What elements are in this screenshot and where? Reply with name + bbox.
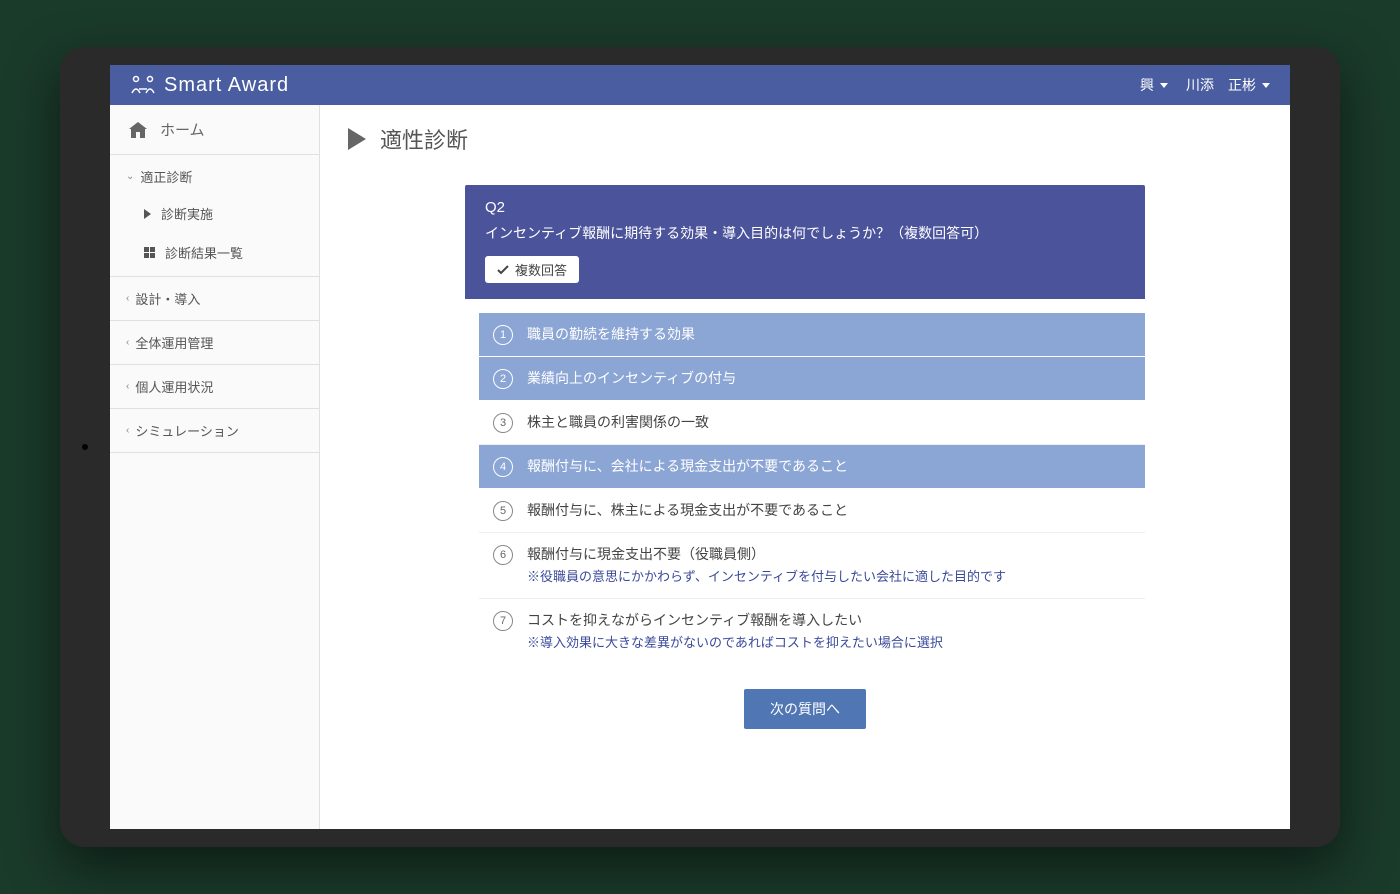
options-list: 1 職員の勤続を維持する効果 2 業績向上のインセンティブの付与 3 株主と職員… <box>465 313 1145 663</box>
user-dropdown[interactable]: 川添 正彬 <box>1186 75 1270 95</box>
option-number: 6 <box>493 545 513 565</box>
app-body: ホーム ⌄ 適正診断 診断実施 診断結果一覧 ‹ 設計・導入 <box>110 105 1290 829</box>
option-5[interactable]: 5 報酬付与に、株主による現金支出が不要であること <box>479 489 1145 533</box>
sidebar-item-label: 設計・導入 <box>135 289 200 308</box>
app-logo[interactable]: Smart Award <box>130 74 289 97</box>
play-icon <box>144 209 151 219</box>
option-number: 3 <box>493 413 513 433</box>
sidebar-item-personal[interactable]: ‹ 個人運用状況 <box>110 365 319 409</box>
page-title-text: 適性診断 <box>380 123 468 155</box>
chevron-down-icon <box>1262 83 1270 88</box>
chevron-left-icon: ‹ <box>126 425 129 436</box>
main-content: 適性診断 Q2 インセンティブ報酬に期待する効果・導入目的は何でしょうか？（複数… <box>320 105 1290 829</box>
option-text: 株主と職員の利害関係の一致 <box>527 412 709 433</box>
option-text-wrap: 報酬付与に現金支出不要（役職員側） ※役職員の意思にかかわらず、インセンティブを… <box>527 544 1006 587</box>
sidebar-sub-results-list[interactable]: 診断結果一覧 <box>110 233 319 277</box>
option-text: 報酬付与に現金支出不要（役職員側） <box>527 544 1006 565</box>
check-icon <box>497 265 509 275</box>
app-screen: Smart Award 興 川添 正彬 ホーム <box>110 65 1290 829</box>
sidebar-sub-run-diagnosis[interactable]: 診断実施 <box>110 194 319 233</box>
option-number: 2 <box>493 369 513 389</box>
option-text: 職員の勤続を維持する効果 <box>527 324 695 345</box>
app-header: Smart Award 興 川添 正彬 <box>110 65 1290 105</box>
option-text-wrap: コストを抑えながらインセンティブ報酬を導入したい ※導入効果に大きな差異がないの… <box>527 610 943 653</box>
sidebar-item-design[interactable]: ‹ 設計・導入 <box>110 277 319 321</box>
question-text: インセンティブ報酬に期待する効果・導入目的は何でしょうか？（複数回答可） <box>485 222 1125 244</box>
chevron-left-icon: ‹ <box>126 293 129 304</box>
chevron-left-icon: ‹ <box>126 337 129 348</box>
next-question-button[interactable]: 次の質問へ <box>744 689 866 729</box>
sidebar-item-label: 個人運用状況 <box>135 377 213 396</box>
question-header: Q2 インセンティブ報酬に期待する効果・導入目的は何でしょうか？（複数回答可） … <box>465 185 1145 299</box>
sidebar-item-simulation[interactable]: ‹ シミュレーション <box>110 409 319 453</box>
option-text: 報酬付与に、株主による現金支出が不要であること <box>527 500 848 521</box>
sidebar-item-diagnosis[interactable]: ⌄ 適正診断 <box>110 155 319 194</box>
header-right: 興 川添 正彬 <box>1140 75 1270 95</box>
chevron-left-icon: ‹ <box>126 381 129 392</box>
sidebar-item-operations[interactable]: ‹ 全体運用管理 <box>110 321 319 365</box>
page-title: 適性診断 <box>348 123 1262 155</box>
option-text: 業績向上のインセンティブの付与 <box>527 368 736 389</box>
option-7[interactable]: 7 コストを抑えながらインセンティブ報酬を導入したい ※導入効果に大きな差異がな… <box>479 599 1145 664</box>
option-number: 7 <box>493 611 513 631</box>
sidebar-item-label: 全体運用管理 <box>135 333 213 352</box>
play-icon <box>348 128 366 150</box>
home-icon <box>128 121 148 139</box>
logo-icon <box>130 75 156 95</box>
option-6[interactable]: 6 報酬付与に現金支出不要（役職員側） ※役職員の意思にかかわらず、インセンティ… <box>479 533 1145 599</box>
org-dropdown[interactable]: 興 <box>1140 75 1168 95</box>
option-1[interactable]: 1 職員の勤続を維持する効果 <box>479 313 1145 357</box>
option-2[interactable]: 2 業績向上のインセンティブの付与 <box>479 357 1145 401</box>
sidebar-item-label: シミュレーション <box>135 421 238 440</box>
grid-icon <box>144 247 155 258</box>
option-4[interactable]: 4 報酬付与に、会社による現金支出が不要であること <box>479 445 1145 489</box>
sidebar-item-label: 適正診断 <box>140 167 192 186</box>
option-text: 報酬付与に、会社による現金支出が不要であること <box>527 456 848 477</box>
option-note: ※導入効果に大きな差異がないのであればコストを抑えたい場合に選択 <box>527 633 943 653</box>
sidebar-home-label: ホーム <box>160 119 205 140</box>
option-3[interactable]: 3 株主と職員の利害関係の一致 <box>479 401 1145 445</box>
sidebar-home[interactable]: ホーム <box>110 105 319 155</box>
sidebar: ホーム ⌄ 適正診断 診断実施 診断結果一覧 ‹ 設計・導入 <box>110 105 320 829</box>
option-number: 4 <box>493 457 513 477</box>
option-number: 1 <box>493 325 513 345</box>
question-number: Q2 <box>485 199 1125 216</box>
question-card: Q2 インセンティブ報酬に期待する効果・導入目的は何でしょうか？（複数回答可） … <box>465 185 1145 729</box>
sidebar-sub-label: 診断結果一覧 <box>165 243 243 262</box>
multiple-answer-badge: 複数回答 <box>485 256 579 283</box>
app-name: Smart Award <box>164 74 289 97</box>
option-number: 5 <box>493 501 513 521</box>
chevron-down-icon <box>1160 83 1168 88</box>
tablet-frame: Smart Award 興 川添 正彬 ホーム <box>60 47 1340 847</box>
chevron-down-icon: ⌄ <box>126 171 134 182</box>
badge-label: 複数回答 <box>515 260 567 279</box>
org-indicator: 興 <box>1140 75 1154 95</box>
option-text: コストを抑えながらインセンティブ報酬を導入したい <box>527 610 943 631</box>
user-name: 川添 正彬 <box>1186 75 1256 95</box>
option-note: ※役職員の意思にかかわらず、インセンティブを付与したい会社に適した目的です <box>527 567 1006 587</box>
sidebar-sub-label: 診断実施 <box>161 204 213 223</box>
